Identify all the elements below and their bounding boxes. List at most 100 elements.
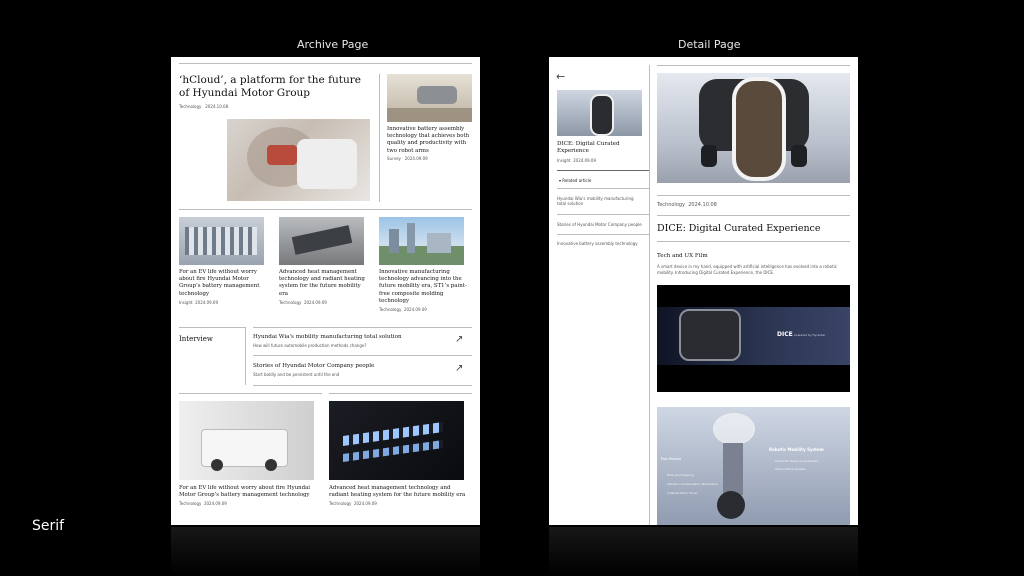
article-category: Technology	[657, 202, 686, 208]
article-section-title: Tech and UX Film	[657, 253, 708, 259]
wheel-pod-shape	[791, 145, 807, 167]
arrow-up-right-icon[interactable]: ↗	[455, 363, 463, 374]
tower-shape	[407, 223, 415, 253]
card-2-title[interactable]: Advanced heat management technology and …	[279, 269, 367, 298]
car-body-shape	[297, 139, 357, 189]
dice-pod-shape	[679, 309, 741, 361]
card-1-image[interactable]	[179, 217, 264, 265]
sidebar-card-category: Insight	[557, 158, 571, 163]
interview-item-2-title[interactable]: Stories of Hyundai Motor Company people	[253, 363, 374, 369]
card-3-meta: Technology 2024.09.09	[379, 307, 427, 312]
card-1-title[interactable]: For an EV life without worry about fire …	[179, 269, 267, 298]
wheel-pod-shape	[701, 145, 717, 167]
sidebar-card-date: 2024.09.09	[573, 158, 597, 163]
related-rule	[557, 234, 649, 235]
dice-pod-shape	[590, 94, 614, 136]
related-top-rule	[557, 170, 649, 171]
article-date: 2024.10.08	[688, 202, 717, 208]
detail-sidebar-divider	[649, 65, 650, 525]
font-style-caption: Serif	[32, 518, 65, 534]
side-article-image[interactable]	[387, 74, 472, 122]
bottom-left-rule	[179, 393, 322, 394]
article-title: DICE: Digital Curated Experience	[657, 223, 821, 234]
bottom-card-1-meta: Technology 2024.09.09	[179, 501, 227, 506]
banner-subtitle: powered by Hyundai	[794, 333, 825, 337]
article-meta-rule	[657, 195, 850, 196]
side-article-title[interactable]: Innovative battery assembly technology t…	[387, 126, 475, 155]
diagram-item-5: In-Wheel Motor Driver	[667, 491, 698, 495]
bottom-card-1-category: Technology	[179, 501, 202, 506]
sidebar-card-title[interactable]: DICE: Digital Curated Experience	[557, 141, 645, 155]
charging-port-shape	[267, 145, 297, 165]
wheel-shape	[265, 459, 277, 471]
interview-mid-rule	[253, 355, 472, 356]
article-video-banner[interactable]: DICE powered by Hyundai	[657, 285, 850, 392]
related-rule	[557, 188, 649, 189]
diagram-item-2: Vibration Compensation Mechanism	[667, 482, 718, 486]
hero-divider	[379, 74, 380, 202]
card-3-title[interactable]: Innovative manufacturing technology adva…	[379, 269, 469, 305]
detail-top-rule	[657, 65, 850, 66]
related-item-2[interactable]: Stories of Hyundai Motor Company people	[557, 222, 643, 227]
related-label: ▾ Related article	[559, 178, 592, 183]
card-1-date: 2024.09.09	[195, 300, 219, 305]
robotic-leg-shape	[723, 443, 743, 495]
archive-page: ‘hCloud’, a platform for the future of H…	[171, 57, 480, 525]
hero-meta: Technology 2024.10.08	[179, 104, 228, 109]
bottom-card-2-title[interactable]: Advanced heat management technology and …	[329, 485, 469, 499]
hero-date: 2024.10.08	[205, 104, 229, 109]
dice-door-shape	[732, 77, 786, 181]
hero-category: Technology	[179, 104, 202, 109]
related-rule	[557, 214, 649, 215]
article-section-rule	[657, 241, 850, 242]
related-item-3[interactable]: Innovative battery assembly technology	[557, 241, 643, 246]
pod-top-shape	[713, 413, 755, 445]
bottom-right-rule	[329, 393, 472, 394]
article-diagram-image: Pod Module Robotic Mobility System Multi…	[657, 407, 850, 525]
section-divider	[179, 209, 472, 210]
diagram-tag: Pod Module	[661, 457, 682, 461]
bottom-card-2-image[interactable]	[329, 401, 464, 480]
article-title-rule	[657, 215, 850, 216]
hero-image[interactable]	[227, 119, 370, 201]
interview-item-1-sub: How will future automobile production me…	[253, 343, 367, 348]
card-2-image[interactable]	[279, 217, 364, 265]
detail-page: ← DICE: Digital Curated Experience Insig…	[549, 57, 858, 525]
card-3-image[interactable]	[379, 217, 464, 265]
interview-top-rule	[253, 327, 472, 328]
archive-page-caption: Archive Page	[297, 38, 369, 51]
suv-shape	[417, 86, 457, 104]
factory-equipment-shape	[185, 227, 257, 255]
side-article-meta: Survey 2024.09.09	[387, 156, 428, 161]
side-article-category: Survey	[387, 156, 401, 161]
card-1-meta: Insight 2024.09.09	[179, 300, 218, 305]
wheel-shape	[211, 459, 223, 471]
bottom-card-1-image[interactable]	[179, 401, 314, 480]
bottom-card-2-category: Technology	[329, 501, 352, 506]
building-shape	[427, 233, 451, 253]
diagram-item-1: Multi-joint Steering	[667, 473, 694, 477]
card-3-category: Technology	[379, 307, 402, 312]
arrow-up-right-icon[interactable]: ↗	[455, 334, 463, 345]
interview-bottom-rule	[253, 385, 472, 386]
related-item-1[interactable]: Hyundai Wia's mobility manufacturing tot…	[557, 196, 643, 206]
banner-title: DICE	[777, 331, 793, 338]
wheel-shape	[717, 491, 745, 519]
detail-page-caption: Detail Page	[678, 38, 741, 51]
hero-title[interactable]: ‘hCloud’, a platform for the future of H…	[179, 74, 369, 100]
card-1-category: Insight	[179, 300, 193, 305]
interview-item-1-title[interactable]: Hyundai Wia's mobility manufacturing tot…	[253, 334, 402, 340]
card-2-meta: Technology 2024.09.09	[279, 300, 327, 305]
back-arrow-icon[interactable]: ←	[556, 70, 565, 83]
sidebar-card-meta: Insight 2024.09.09	[557, 158, 596, 163]
building-shape	[389, 229, 399, 253]
interview-divider	[179, 327, 245, 328]
article-body: A smart device in my hand, equipped with…	[657, 264, 837, 275]
interview-vertical-divider	[245, 327, 246, 385]
interview-label: Interview	[179, 335, 213, 343]
bottom-card-1-title[interactable]: For an EV life without worry about fire …	[179, 485, 319, 499]
archive-page-reflection	[171, 527, 480, 576]
detail-page-reflection	[549, 527, 858, 576]
diagram-title: Robotic Mobility System	[769, 447, 824, 452]
sidebar-card-image[interactable]	[557, 90, 642, 136]
